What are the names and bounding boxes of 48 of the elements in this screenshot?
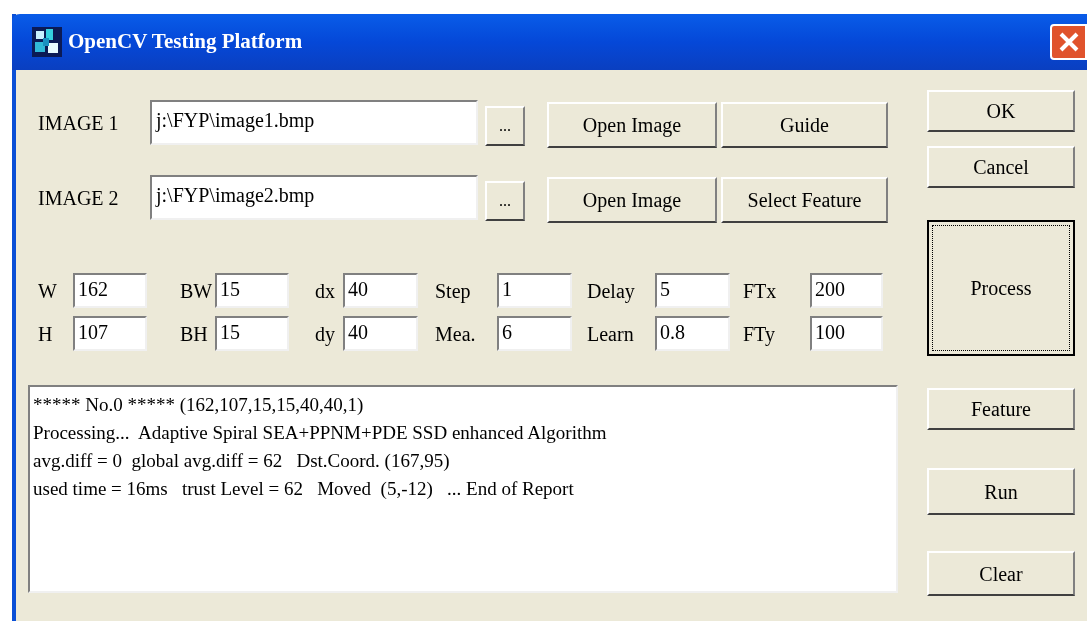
dialog-button[interactable]: Open Image: [547, 176, 717, 223]
param-field[interactable]: 0.8: [655, 316, 730, 351]
dialog-button[interactable]: Cancel: [927, 146, 1075, 188]
param-label: FTy: [743, 321, 776, 348]
dialog-button[interactable]: Open Image: [547, 101, 717, 148]
image-label: IMAGE 1: [38, 110, 120, 136]
path-field[interactable]: j:\FYP\image1.bmp: [150, 100, 478, 145]
param-label: Mea.: [435, 321, 477, 347]
param-label: FTx: [743, 278, 778, 304]
dialog-button[interactable]: Guide: [721, 101, 888, 148]
browse-button[interactable]: ...: [485, 180, 525, 221]
param-field[interactable]: 40: [343, 316, 418, 351]
param-field[interactable]: 15: [215, 273, 289, 308]
log-line: Processing... Adaptive Spiral SEA+PPNM+PDE SSD enhanced Algorithm: [33, 421, 608, 445]
param-label: Step: [435, 278, 472, 305]
browse-button[interactable]: ...: [485, 105, 525, 146]
param-field[interactable]: 5: [655, 273, 730, 308]
close-icon: [1057, 31, 1080, 53]
log-line: ***** No.0 ***** (162,107,15,15,40,40,1): [33, 393, 365, 417]
param-field[interactable]: 107: [73, 316, 147, 351]
dialog-button[interactable]: OK: [927, 90, 1075, 132]
dialog-button[interactable]: Feature: [927, 388, 1075, 430]
param-field[interactable]: 40: [343, 273, 418, 308]
param-label: BW: [180, 278, 214, 304]
param-label: H: [38, 321, 54, 347]
log-line: avg.diff = 0 global avg.diff = 62 Dst.Coord. (167,95): [33, 449, 451, 473]
param-label: W: [38, 278, 58, 304]
param-field[interactable]: 162: [73, 273, 147, 308]
image-label: IMAGE 2: [38, 185, 120, 211]
dialog-button[interactable]: Process: [927, 220, 1075, 356]
dialog-button[interactable]: Clear: [927, 551, 1075, 596]
app-icon: [32, 27, 62, 57]
param-field[interactable]: 15: [215, 316, 289, 351]
param-field[interactable]: 1: [497, 273, 572, 308]
param-label: BH: [180, 321, 209, 347]
param-field[interactable]: 100: [810, 316, 883, 351]
param-label: Learn: [587, 321, 635, 347]
dialog-button[interactable]: Run: [927, 468, 1075, 515]
param-label: dx: [315, 278, 336, 304]
param-field[interactable]: 200: [810, 273, 883, 308]
window-title: OpenCV Testing Platform: [68, 28, 303, 56]
path-field[interactable]: j:\FYP\image2.bmp: [150, 175, 478, 220]
close-button[interactable]: [1050, 24, 1087, 60]
dialog-button[interactable]: Select Feature: [721, 176, 888, 223]
param-field[interactable]: 6: [497, 316, 572, 351]
param-label: Delay: [587, 278, 636, 305]
log-line: used time = 16ms trust Level = 62 Moved (5,-12) ... End of Report: [33, 477, 575, 501]
param-label: dy: [315, 321, 336, 348]
